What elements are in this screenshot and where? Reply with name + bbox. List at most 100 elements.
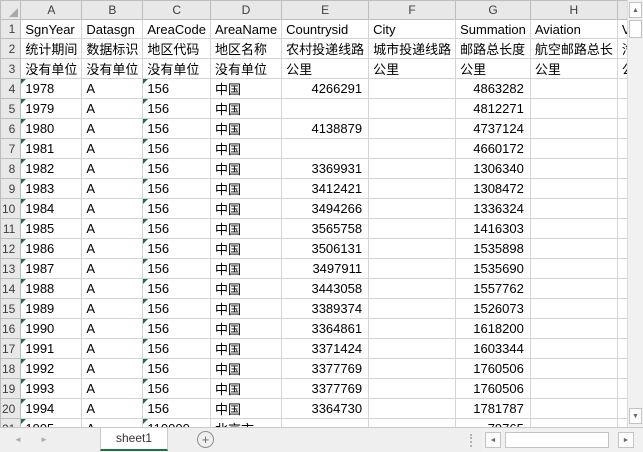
- cell-H20[interactable]: [529, 398, 618, 420]
- cell-C11[interactable]: 156: [142, 218, 211, 240]
- cell-F16[interactable]: [368, 318, 457, 340]
- column-header-G[interactable]: G: [455, 0, 531, 20]
- cell-F19[interactable]: [368, 378, 457, 400]
- cell-G7[interactable]: 4660172: [455, 138, 531, 160]
- cell-H10[interactable]: [529, 198, 618, 220]
- cell-D3[interactable]: 没有单位: [209, 58, 283, 80]
- cell-I11[interactable]: [616, 218, 627, 240]
- cell-H15[interactable]: [529, 298, 618, 320]
- cell-E10[interactable]: 3494266: [281, 198, 370, 220]
- row-header-10[interactable]: 10: [0, 198, 22, 220]
- column-header-C[interactable]: C: [142, 0, 211, 20]
- cell-I7[interactable]: [616, 138, 627, 160]
- cell-F11[interactable]: [368, 218, 457, 240]
- cell-H8[interactable]: [529, 158, 618, 180]
- row-header-12[interactable]: 12: [0, 238, 22, 260]
- cell-E13[interactable]: 3497911: [281, 258, 370, 280]
- cell-H14[interactable]: [529, 278, 618, 300]
- cell-F13[interactable]: [368, 258, 457, 280]
- cell-A21[interactable]: 1995: [20, 418, 83, 427]
- cell-G11[interactable]: 1416303: [455, 218, 531, 240]
- cell-C8[interactable]: 156: [142, 158, 211, 180]
- cell-E20[interactable]: 3364730: [281, 398, 370, 420]
- cell-D14[interactable]: 中国: [209, 278, 283, 300]
- cell-C19[interactable]: 156: [142, 378, 211, 400]
- cell-G12[interactable]: 1535898: [455, 238, 531, 260]
- cell-D2[interactable]: 地区名称: [209, 38, 283, 60]
- cell-D7[interactable]: 中国: [209, 138, 283, 160]
- cell-E6[interactable]: 4138879: [281, 118, 370, 140]
- cell-B17[interactable]: A: [81, 338, 144, 360]
- cell-B19[interactable]: A: [81, 378, 144, 400]
- cell-H1[interactable]: Aviation: [529, 18, 618, 40]
- cell-E2[interactable]: 农村投递线路: [281, 38, 370, 60]
- cell-I5[interactable]: [616, 98, 627, 120]
- cell-F10[interactable]: [368, 198, 457, 220]
- cell-A4[interactable]: 1978: [20, 78, 83, 100]
- cell-G14[interactable]: 1557762: [455, 278, 531, 300]
- scroll-left-button[interactable]: ◄: [485, 432, 501, 448]
- cell-C9[interactable]: 156: [142, 178, 211, 200]
- cell-I17[interactable]: [616, 338, 627, 360]
- cell-C16[interactable]: 156: [142, 318, 211, 340]
- cell-B12[interactable]: A: [81, 238, 144, 260]
- cell-G13[interactable]: 1535690: [455, 258, 531, 280]
- tab-nav-left-icon[interactable]: ◄: [14, 436, 22, 444]
- row-header-19[interactable]: 19: [0, 378, 22, 400]
- cell-B2[interactable]: 数据标识: [81, 38, 144, 60]
- cell-A12[interactable]: 1986: [20, 238, 83, 260]
- cell-G20[interactable]: 1781787: [455, 398, 531, 420]
- cell-H21[interactable]: [529, 418, 618, 427]
- cell-B4[interactable]: A: [81, 78, 144, 100]
- cell-F21[interactable]: [368, 418, 457, 427]
- cell-D19[interactable]: 中国: [209, 378, 283, 400]
- cell-I14[interactable]: [616, 278, 627, 300]
- column-header-F[interactable]: F: [368, 0, 457, 20]
- cell-B6[interactable]: A: [81, 118, 144, 140]
- cell-B20[interactable]: A: [81, 398, 144, 420]
- cell-G21[interactable]: 79765: [455, 418, 531, 427]
- row-header-20[interactable]: 20: [0, 398, 22, 420]
- cell-F2[interactable]: 城市投递线路: [368, 38, 457, 60]
- cell-D21[interactable]: 北京市: [209, 418, 283, 427]
- cell-I13[interactable]: [616, 258, 627, 280]
- vertical-scrollbar-thumb[interactable]: [629, 20, 642, 38]
- cell-D17[interactable]: 中国: [209, 338, 283, 360]
- cell-F8[interactable]: [368, 158, 457, 180]
- add-sheet-button[interactable]: +: [197, 431, 214, 448]
- row-header-17[interactable]: 17: [0, 338, 22, 360]
- cell-D15[interactable]: 中国: [209, 298, 283, 320]
- cell-F20[interactable]: [368, 398, 457, 420]
- cell-A9[interactable]: 1983: [20, 178, 83, 200]
- row-header-16[interactable]: 16: [0, 318, 22, 340]
- cell-E17[interactable]: 3371424: [281, 338, 370, 360]
- cell-E16[interactable]: 3364861: [281, 318, 370, 340]
- cell-H12[interactable]: [529, 238, 618, 260]
- cell-H9[interactable]: [529, 178, 618, 200]
- cell-G1[interactable]: Summation: [455, 18, 531, 40]
- cell-C21[interactable]: 110000: [142, 418, 211, 427]
- cell-C4[interactable]: 156: [142, 78, 211, 100]
- column-header-D[interactable]: D: [209, 0, 283, 20]
- cell-A5[interactable]: 1979: [20, 98, 83, 120]
- cell-F9[interactable]: [368, 178, 457, 200]
- cell-H4[interactable]: [529, 78, 618, 100]
- cell-A20[interactable]: 1994: [20, 398, 83, 420]
- cell-I15[interactable]: [616, 298, 627, 320]
- cell-E9[interactable]: 3412421: [281, 178, 370, 200]
- cell-C3[interactable]: 没有单位: [142, 58, 211, 80]
- tab-nav-right-icon[interactable]: ►: [40, 436, 48, 444]
- cell-A17[interactable]: 1991: [20, 338, 83, 360]
- cell-A6[interactable]: 1980: [20, 118, 83, 140]
- cell-F6[interactable]: [368, 118, 457, 140]
- scroll-up-button[interactable]: ▲: [629, 2, 642, 18]
- row-header-4[interactable]: 4: [0, 78, 22, 100]
- row-header-9[interactable]: 9: [0, 178, 22, 200]
- horizontal-scrollbar[interactable]: ◄ ►: [482, 428, 643, 452]
- cell-G9[interactable]: 1308472: [455, 178, 531, 200]
- cell-G5[interactable]: 4812271: [455, 98, 531, 120]
- scrollbar-resize-grip[interactable]: [470, 434, 472, 447]
- cell-D12[interactable]: 中国: [209, 238, 283, 260]
- horizontal-scrollbar-thumb[interactable]: [505, 432, 609, 448]
- cell-I3[interactable]: 公: [616, 58, 627, 80]
